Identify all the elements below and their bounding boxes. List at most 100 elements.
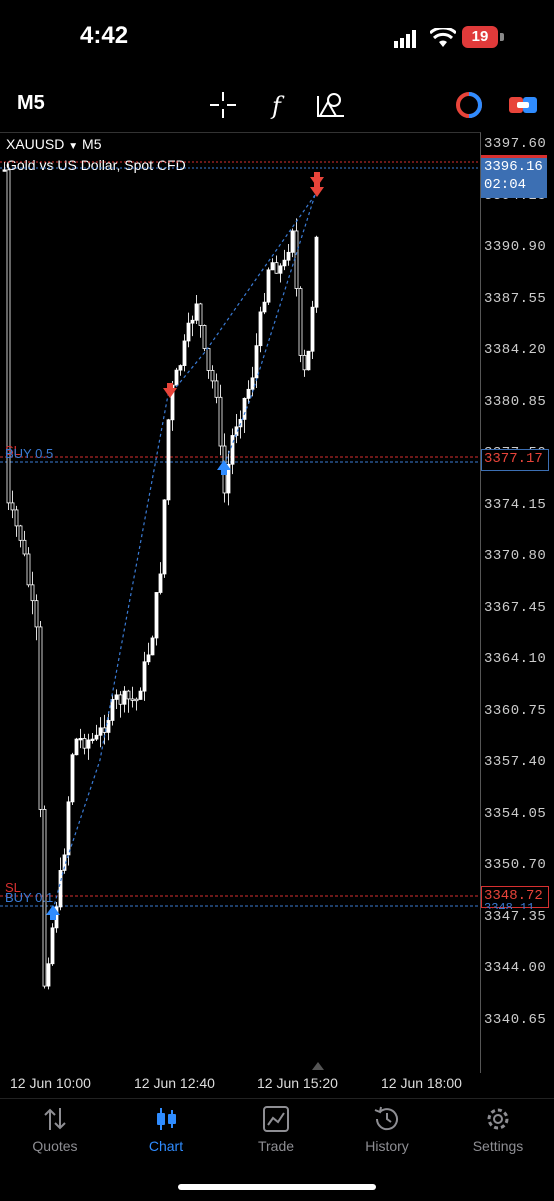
price-axis-label: 3387.55 <box>484 290 547 307</box>
candle-body <box>254 345 259 379</box>
candle-body <box>174 369 179 386</box>
order-level-price-under: 3348.11 <box>484 901 535 909</box>
candle-body <box>74 738 79 756</box>
price-axis-label: 3367.45 <box>484 599 547 616</box>
candle-body <box>202 325 207 349</box>
candle-body <box>126 690 131 700</box>
candle-body <box>50 927 55 965</box>
candle-body <box>138 690 143 700</box>
candle-body <box>134 698 139 702</box>
price-axis-label: 3344.00 <box>484 960 547 976</box>
candle-body <box>186 322 191 342</box>
candle-body <box>70 754 75 803</box>
candle-body <box>282 259 287 267</box>
home-indicator <box>178 1184 376 1190</box>
tab-label: Chart <box>148 1138 184 1154</box>
sell-arrow <box>310 172 324 187</box>
candle-body <box>2 169 7 172</box>
price-axis-label: 3357.40 <box>484 754 547 770</box>
candle-body <box>34 600 39 628</box>
candle-body <box>286 251 291 261</box>
price-axis-label: 3347.35 <box>484 908 547 925</box>
candle-body <box>182 340 187 366</box>
candle-body <box>30 584 35 602</box>
price-axis-label: 3370.80 <box>484 548 547 564</box>
time-axis-label: 12 Jun 15:20 <box>257 1075 338 1091</box>
candle-body <box>78 738 83 741</box>
candle-body <box>290 230 295 253</box>
candle-body <box>294 230 299 289</box>
price-axis-label: 3350.70 <box>484 857 547 873</box>
candle-body <box>106 720 111 733</box>
buy-order-label[interactable]: BUY 0.1 <box>5 890 53 905</box>
candlestick-chart[interactable] <box>0 0 554 1100</box>
candle-body <box>14 509 19 527</box>
candle-body <box>26 553 31 586</box>
candle-body <box>266 269 271 303</box>
buy-order-label[interactable]: BUY 0.5 <box>5 446 53 461</box>
candle-body <box>262 301 267 313</box>
candle-body <box>38 626 43 810</box>
price-axis-label: 3340.65 <box>484 1011 547 1028</box>
candle-body <box>142 661 147 692</box>
time-axis-label: 12 Jun 12:40 <box>134 1075 215 1091</box>
candle-body <box>82 738 87 749</box>
candle-body <box>10 502 15 511</box>
time-axis-label: 12 Jun 10:00 <box>10 1075 91 1091</box>
price-axis-label: 3374.15 <box>484 496 547 513</box>
candle-body <box>130 698 135 701</box>
candle-body <box>18 525 23 541</box>
tab-label: Quotes <box>32 1138 78 1154</box>
candle-body <box>114 694 119 700</box>
order-level-price: 3377.17 <box>484 451 543 467</box>
candle-body <box>206 348 211 371</box>
chart-candles-icon <box>157 1108 176 1130</box>
candle-body <box>214 380 219 398</box>
candle-body <box>314 236 319 308</box>
candle-body <box>118 694 123 705</box>
candle-body <box>218 396 223 447</box>
candle-body <box>210 370 215 382</box>
candle-body <box>58 870 63 908</box>
candle-body <box>66 801 71 856</box>
candle-body <box>298 288 303 356</box>
candle-body <box>194 303 199 321</box>
candle-body <box>198 303 203 326</box>
price-axis-label: 3384.20 <box>484 342 547 358</box>
candle-timer: 02:04 <box>484 177 527 193</box>
tab-label: History <box>365 1138 409 1154</box>
candle-body <box>146 654 151 663</box>
candle-body <box>258 311 263 347</box>
candle-body <box>250 377 255 390</box>
candle-body <box>98 727 103 736</box>
history-clock-icon <box>374 1106 398 1131</box>
price-axis-label: 3354.05 <box>484 805 547 822</box>
candle-body <box>246 388 251 399</box>
trade-chart-icon <box>263 1106 289 1132</box>
candle-body <box>90 738 95 742</box>
candle-body <box>278 265 283 274</box>
bid-price: 3396.16 <box>484 159 543 175</box>
candle-body <box>94 734 99 740</box>
candle-body <box>86 739 91 749</box>
candle-body <box>270 262 275 271</box>
price-axis-label: 3360.75 <box>484 702 547 719</box>
quotes-arrows-icon <box>44 1108 66 1130</box>
price-axis-label: 3390.90 <box>484 239 547 255</box>
price-axis-label: 3364.10 <box>484 651 547 667</box>
tab-label: Trade <box>257 1138 295 1154</box>
price-axis-label: 3397.60 <box>484 136 547 152</box>
settings-gear-icon <box>487 1108 509 1130</box>
candle-body <box>242 397 247 420</box>
candle-body <box>158 573 163 593</box>
candle-body <box>302 354 307 371</box>
candle-body <box>162 499 167 575</box>
candle-body <box>310 306 315 352</box>
candle-body <box>150 637 155 656</box>
tab-label: Settings <box>472 1138 524 1154</box>
candle-body <box>178 365 183 371</box>
candle-body <box>166 419 171 501</box>
candle-body <box>22 539 27 555</box>
candle-body <box>274 262 279 274</box>
candle-body <box>306 350 311 371</box>
